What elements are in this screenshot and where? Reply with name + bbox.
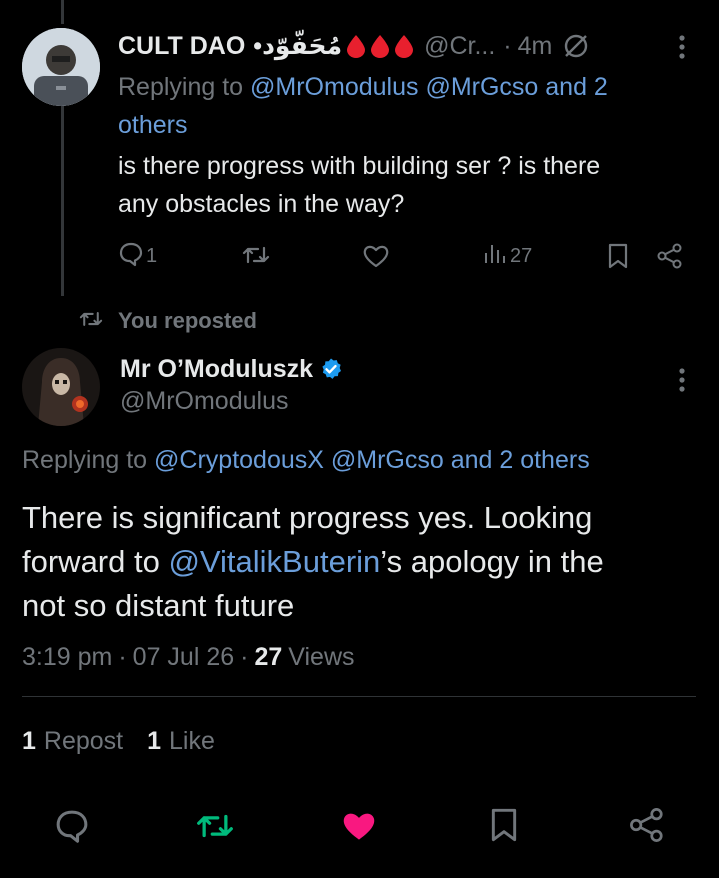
main-sep1: ·: [118, 642, 127, 671]
main-share-button[interactable]: [628, 806, 666, 849]
reply-repost-button[interactable]: [242, 242, 270, 273]
comment-icon: [118, 241, 144, 272]
main-views-count: 27: [254, 642, 283, 671]
main-text-line2-prefix: forward to: [22, 544, 169, 579]
reply-views-button[interactable]: 27: [482, 241, 532, 271]
thread-line-middle: [61, 100, 64, 296]
blood-drop-icon: [394, 34, 414, 58]
reply-text-line1: is there progress with building ser ? is…: [118, 152, 601, 180]
share-icon: [656, 243, 684, 274]
main-replying-prefix: Replying to: [22, 446, 148, 474]
heart-icon: [362, 245, 390, 273]
main-views-label[interactable]: Views: [288, 643, 354, 672]
comment-icon: [54, 810, 90, 848]
avatar-cult-dao[interactable]: [22, 28, 100, 106]
main-repost-count[interactable]: 1: [22, 727, 36, 756]
reply-author-name[interactable]: CULT DAO: [118, 32, 245, 61]
main-more-icon[interactable]: [672, 365, 692, 395]
main-text-line2-suffix: ’s apology in the: [380, 544, 604, 579]
reply-views-count: 27: [510, 244, 533, 267]
reply-separator: ·: [503, 31, 512, 60]
reply-time[interactable]: 4m: [518, 32, 553, 61]
reply-replying-others[interactable]: others: [118, 111, 187, 139]
views-icon: [482, 241, 508, 272]
reply-like-button[interactable]: [362, 243, 390, 274]
reply-replying-prefix: Replying to: [118, 73, 244, 101]
verified-badge-icon: [319, 357, 343, 381]
blood-drop-icon: [346, 34, 366, 58]
reply-share-button[interactable]: [656, 242, 684, 275]
reply-replying-handles[interactable]: @MrOmodulus @MrGcso and 2: [250, 73, 608, 101]
grok-icon[interactable]: [562, 32, 590, 60]
blood-drop-icon: [370, 34, 390, 58]
vitalik-mention-link[interactable]: @VitalikButerin: [168, 544, 380, 579]
avatar-mr-omoduluszk[interactable]: [22, 348, 100, 426]
main-replying-handles[interactable]: @CryptodousX @MrGcso and 2 others: [154, 446, 590, 474]
main-time[interactable]: 3:19 pm: [22, 643, 112, 672]
repost-banner-icon: [78, 308, 104, 335]
reply-text-line2: any obstacles in the way?: [118, 190, 405, 218]
main-repost-label[interactable]: Repost: [44, 727, 123, 756]
thread-line-top: [61, 0, 64, 24]
share-icon: [628, 808, 666, 848]
reply-comment-button[interactable]: 1: [118, 240, 157, 272]
reply-more-icon[interactable]: [672, 32, 692, 62]
main-text-line3: not so distant future: [22, 588, 295, 623]
main-bookmark-button[interactable]: [488, 806, 520, 849]
reply-bookmark-button[interactable]: [606, 242, 630, 275]
main-comment-button[interactable]: [54, 808, 90, 849]
heart-filled-icon: [340, 813, 378, 848]
main-like-label[interactable]: Like: [169, 727, 215, 756]
main-like-count[interactable]: 1: [147, 727, 161, 756]
main-like-button[interactable]: [340, 808, 378, 849]
main-text-line1: There is significant progress yes. Looki…: [22, 500, 593, 535]
repost-icon: [242, 246, 270, 272]
main-sep2: ·: [240, 642, 249, 671]
reply-author-suffix: •مُحَفّوّد: [253, 32, 343, 60]
divider-top: [22, 696, 696, 697]
repost-banner-label[interactable]: You reposted: [118, 308, 257, 334]
bookmark-icon: [488, 808, 520, 848]
bookmark-icon: [606, 243, 630, 274]
repost-icon: [196, 814, 234, 848]
reply-author-handle[interactable]: @Cr...: [424, 32, 495, 61]
main-author-name[interactable]: Mr O’Moduluszk: [120, 355, 313, 384]
main-author-handle[interactable]: @MrOmodulus: [120, 387, 288, 416]
reply-comment-count: 1: [146, 244, 158, 267]
main-date[interactable]: 07 Jul 26: [133, 643, 234, 672]
main-repost-button[interactable]: [196, 808, 234, 849]
